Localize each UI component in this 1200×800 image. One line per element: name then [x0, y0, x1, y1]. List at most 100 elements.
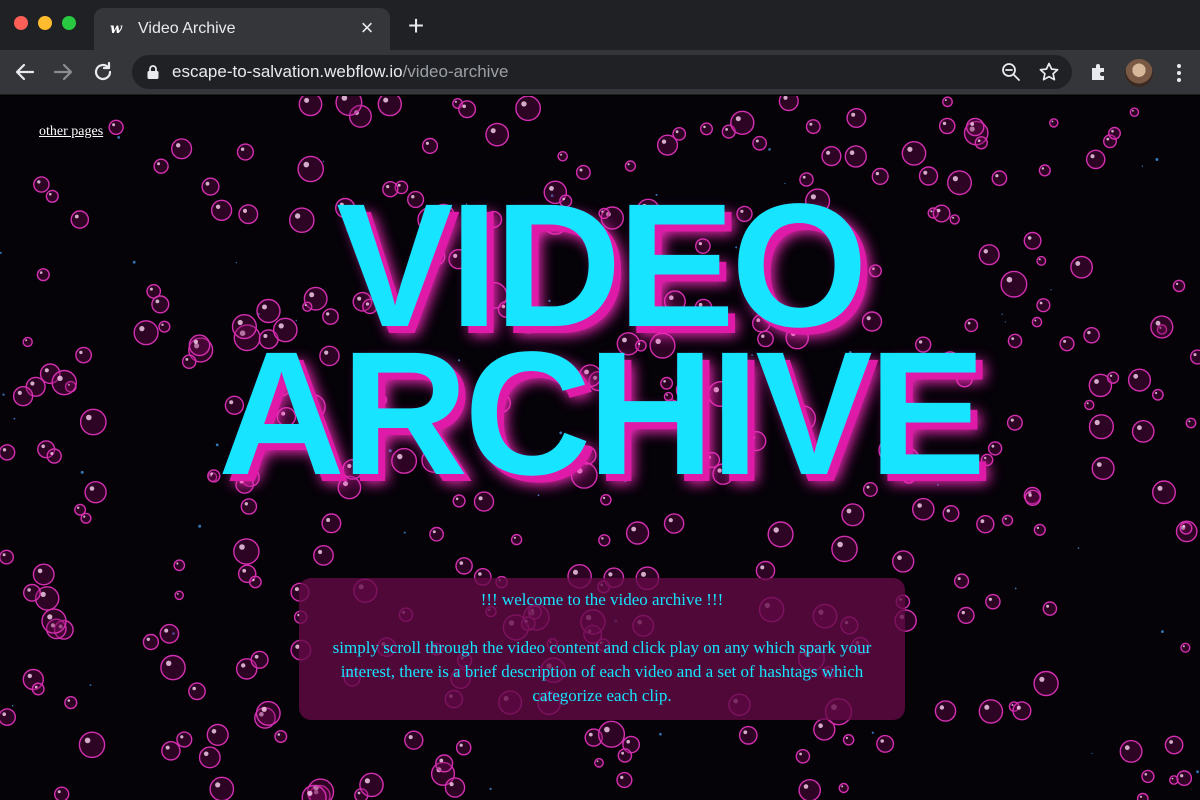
- bubble: [1179, 521, 1193, 535]
- bubble: [838, 782, 849, 794]
- star-icon[interactable]: [1038, 61, 1060, 83]
- bubble: [1141, 769, 1155, 784]
- star-dot: [768, 148, 771, 151]
- bubble-highlight: [277, 733, 281, 736]
- bubble: [1176, 770, 1193, 787]
- bubble: [444, 777, 466, 798]
- bubble-highlight: [961, 610, 965, 615]
- bubble: [54, 786, 70, 800]
- bubble: [1136, 792, 1149, 800]
- bubble-highlight: [176, 143, 181, 148]
- bubble: [359, 772, 384, 798]
- bubble: [64, 695, 78, 710]
- forward-arrow-icon[interactable]: [50, 59, 76, 85]
- bubble-highlight: [845, 736, 849, 740]
- browser-toolbar: escape-to-salvation.webflow.io/video-arc…: [0, 50, 1200, 95]
- star-dot: [322, 160, 325, 163]
- star-dot: [1155, 158, 1159, 161]
- bubble-highlight: [164, 628, 169, 633]
- bubble: [297, 155, 325, 183]
- back-arrow-icon[interactable]: [12, 59, 38, 85]
- bubble-highlight: [521, 101, 527, 107]
- bubble: [1033, 670, 1059, 697]
- bubble-highlight: [364, 778, 370, 784]
- bubble: [515, 96, 541, 122]
- bubble: [41, 608, 67, 634]
- bubble-highlight: [459, 743, 463, 747]
- lock-icon[interactable]: [146, 64, 160, 80]
- star-dot: [1141, 165, 1144, 167]
- star-dot: [1091, 752, 1093, 754]
- avatar[interactable]: [1125, 59, 1153, 87]
- other-pages-link[interactable]: other pages: [39, 124, 103, 140]
- bubble: [321, 513, 342, 534]
- bubble-highlight: [462, 104, 467, 109]
- reload-icon[interactable]: [90, 59, 116, 85]
- bubble: [209, 776, 235, 800]
- bubble-highlight: [703, 125, 706, 129]
- bubble: [78, 731, 106, 759]
- bubble-highlight: [1169, 740, 1173, 744]
- bubble: [978, 699, 1004, 724]
- address-bar[interactable]: escape-to-salvation.webflow.io/video-arc…: [132, 55, 1072, 89]
- bubble: [672, 127, 687, 141]
- new-tab-button[interactable]: +: [404, 12, 428, 40]
- bubble: [404, 730, 424, 750]
- bubble-highlight: [1036, 526, 1040, 530]
- bubble-highlight: [205, 181, 210, 186]
- tab-close-icon[interactable]: ×: [356, 17, 378, 39]
- kebab-menu-icon[interactable]: [1170, 61, 1188, 85]
- bubble-highlight: [303, 161, 310, 168]
- bubble: [429, 526, 444, 542]
- minimize-window-button[interactable]: [38, 16, 52, 30]
- bubble: [198, 746, 221, 769]
- bubble-highlight: [241, 663, 246, 668]
- bubble-highlight: [799, 752, 802, 756]
- star-dot: [1196, 770, 1199, 774]
- bubble: [335, 96, 363, 116]
- bubble-highlight: [841, 785, 844, 788]
- url-text[interactable]: escape-to-salvation.webflow.io/video-arc…: [172, 62, 508, 82]
- star-dot: [89, 684, 92, 686]
- bubble-highlight: [490, 128, 496, 134]
- bubble-highlight: [357, 791, 361, 795]
- bubble-highlight: [818, 723, 823, 728]
- bubble-highlight: [851, 112, 856, 117]
- bubble: [108, 119, 124, 135]
- bubble-highlight: [743, 730, 748, 735]
- bubble-highlight: [760, 565, 765, 570]
- bubble-highlight: [596, 760, 599, 763]
- bubble: [617, 748, 633, 763]
- bubble: [1033, 523, 1046, 536]
- close-window-button[interactable]: [14, 16, 28, 30]
- bubble-highlight: [215, 782, 221, 788]
- zoom-icon[interactable]: [1000, 61, 1022, 83]
- bubble-highlight: [641, 571, 646, 577]
- bubble-highlight: [675, 130, 679, 134]
- bubble: [846, 107, 867, 129]
- bubble: [976, 515, 995, 534]
- bubble: [844, 145, 867, 168]
- tab-video-archive[interactable]: w Video Archive ×: [94, 8, 390, 50]
- bubble: [965, 117, 985, 137]
- bubble: [557, 151, 569, 162]
- extensions-icon[interactable]: [1088, 61, 1110, 83]
- bubble: [842, 734, 855, 746]
- bubble-highlight: [1011, 704, 1014, 706]
- bubble-highlight: [626, 739, 630, 744]
- bubble-highlight: [944, 99, 947, 102]
- bubble-highlight: [1046, 604, 1050, 608]
- maximize-window-button[interactable]: [62, 16, 76, 30]
- bubble-highlight: [307, 790, 313, 796]
- bubble: [33, 176, 50, 193]
- bubble-highlight: [27, 588, 31, 592]
- bubble: [985, 593, 1001, 610]
- bubble-highlight: [34, 685, 38, 689]
- bubble-highlight: [239, 544, 245, 550]
- bubble: [188, 682, 206, 701]
- bubble-highlight: [1132, 109, 1134, 112]
- bubble-highlight: [192, 686, 196, 691]
- bubble: [594, 757, 604, 768]
- url-host: escape-to-salvation.webflow.io: [172, 62, 403, 81]
- bubble: [1049, 118, 1059, 128]
